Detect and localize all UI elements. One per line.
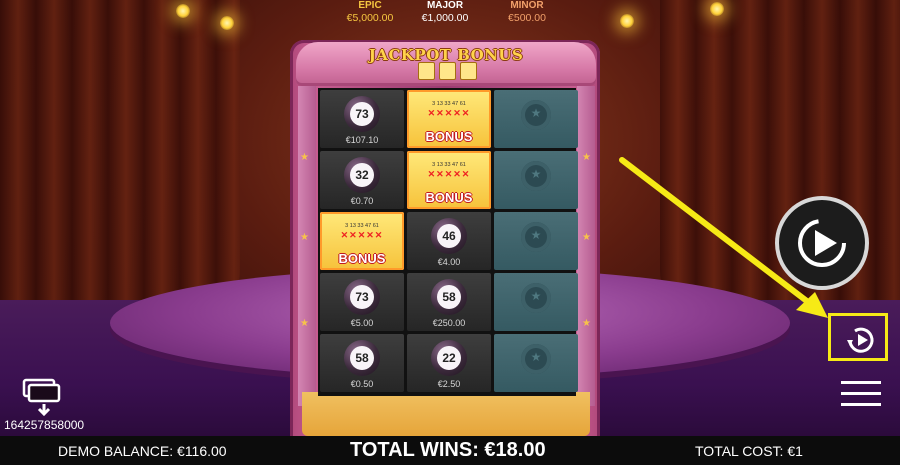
ball-number: 73 xyxy=(350,102,374,126)
ball-number: 46 xyxy=(437,224,461,248)
ball-cell: 58 €0.50 xyxy=(320,334,404,392)
unrevealed-ball-icon xyxy=(521,100,551,130)
bonus-card-art: 3 13 33 47 61 ✕✕✕✕✕ xyxy=(427,162,471,179)
bonus-card-art: 3 13 33 47 61 ✕✕✕✕✕ xyxy=(427,101,471,118)
total-wins-display: TOTAL WINS: €18.00 xyxy=(350,439,546,461)
bonus-cell: 3 13 33 47 61 ✕✕✕✕✕ BONUS xyxy=(320,212,404,270)
ball-cell: 58 €250.00 xyxy=(407,273,491,331)
ball-prize: €5.00 xyxy=(350,318,374,328)
star-icon: ★ xyxy=(582,232,591,243)
empty-cell xyxy=(494,273,578,331)
jackpot-major: MAJOR €1,000.00 xyxy=(421,0,469,24)
ball-number: 22 xyxy=(437,346,461,370)
cabinet-rail-right xyxy=(577,86,595,406)
unrevealed-ball-icon xyxy=(521,161,551,191)
ball-prize: €4.00 xyxy=(437,257,461,267)
empty-cell xyxy=(494,151,578,209)
bonus-card-counter xyxy=(407,62,487,80)
autoplay-button[interactable] xyxy=(828,313,888,361)
wallet-icon xyxy=(22,378,61,417)
ball-prize: €2.50 xyxy=(437,379,461,389)
bonus-label: BONUS xyxy=(425,129,473,144)
bonus-card-icon xyxy=(459,62,477,80)
cabinet-base xyxy=(302,392,590,436)
unrevealed-ball-icon xyxy=(521,344,551,374)
ball-prize: €0.50 xyxy=(350,379,374,389)
ticket-id: 164257858000 xyxy=(4,418,85,432)
curtain-left xyxy=(0,0,240,330)
bingo-ball: 58 xyxy=(344,340,380,376)
ball-prize: €107.10 xyxy=(345,135,379,145)
star-icon: ★ xyxy=(300,152,309,163)
bingo-ball: 22 xyxy=(431,340,467,376)
empty-cell xyxy=(494,334,578,392)
bonus-card-icon xyxy=(438,62,456,80)
hamburger-menu-icon xyxy=(841,381,881,384)
star-icon: ★ xyxy=(582,152,591,163)
bingo-ball: 73 xyxy=(344,96,380,132)
star-icon: ★ xyxy=(300,232,309,243)
ticket-grid: 73€107.103 13 33 47 61✕✕✕✕✕BONUS32€0.703… xyxy=(318,88,578,396)
bingo-ball: 32 xyxy=(344,157,380,193)
empty-cell xyxy=(494,90,578,148)
bonus-label: BONUS xyxy=(425,190,473,205)
bonus-cell: 3 13 33 47 61 ✕✕✕✕✕ BONUS xyxy=(407,151,491,209)
ball-number: 32 xyxy=(350,163,374,187)
cabinet-rail-left xyxy=(298,86,316,406)
replay-icon xyxy=(847,327,874,353)
ball-cell: 32 €0.70 xyxy=(320,151,404,209)
bonus-label: BONUS xyxy=(338,251,386,266)
ball-prize: €0.70 xyxy=(350,196,374,206)
star-icon: ★ xyxy=(300,318,309,329)
wallet-button[interactable] xyxy=(20,374,64,417)
bingo-ball: 73 xyxy=(344,279,380,315)
ball-cell: 73 €107.10 xyxy=(320,90,404,148)
unrevealed-ball-icon xyxy=(521,283,551,313)
bonus-card-art: 3 13 33 47 61 ✕✕✕✕✕ xyxy=(340,223,384,240)
jackpot-epic: EPIC €5,000.00 xyxy=(346,0,394,24)
bingo-ball: 58 xyxy=(431,279,467,315)
status-bar: DEMO BALANCE: €116.00 TOTAL WINS: €18.00… xyxy=(0,436,900,465)
jackpot-minor: MINOR €500.00 xyxy=(508,0,546,24)
balance-display: DEMO BALANCE: €116.00 xyxy=(58,443,227,459)
empty-cell xyxy=(494,212,578,270)
star-icon: ★ xyxy=(582,318,591,329)
ball-number: 73 xyxy=(350,285,374,309)
play-button[interactable] xyxy=(775,196,869,290)
lights-right xyxy=(590,0,850,40)
unrevealed-ball-icon xyxy=(521,222,551,252)
ball-cell: 46 €4.00 xyxy=(407,212,491,270)
play-icon xyxy=(798,219,846,267)
ball-number: 58 xyxy=(350,346,374,370)
ball-cell: 73 €5.00 xyxy=(320,273,404,331)
bingo-ball: 46 xyxy=(431,218,467,254)
bonus-card-icon xyxy=(417,62,435,80)
jackpot-display: EPIC €5,000.00 MAJOR €1,000.00 MINOR €50… xyxy=(330,0,570,26)
menu-button[interactable] xyxy=(841,379,881,407)
ball-prize: €250.00 xyxy=(432,318,466,328)
ball-cell: 22 €2.50 xyxy=(407,334,491,392)
ball-number: 58 xyxy=(437,285,461,309)
bonus-cell: 3 13 33 47 61 ✕✕✕✕✕ BONUS xyxy=(407,90,491,148)
total-cost-display: TOTAL COST: €1 xyxy=(695,443,803,459)
